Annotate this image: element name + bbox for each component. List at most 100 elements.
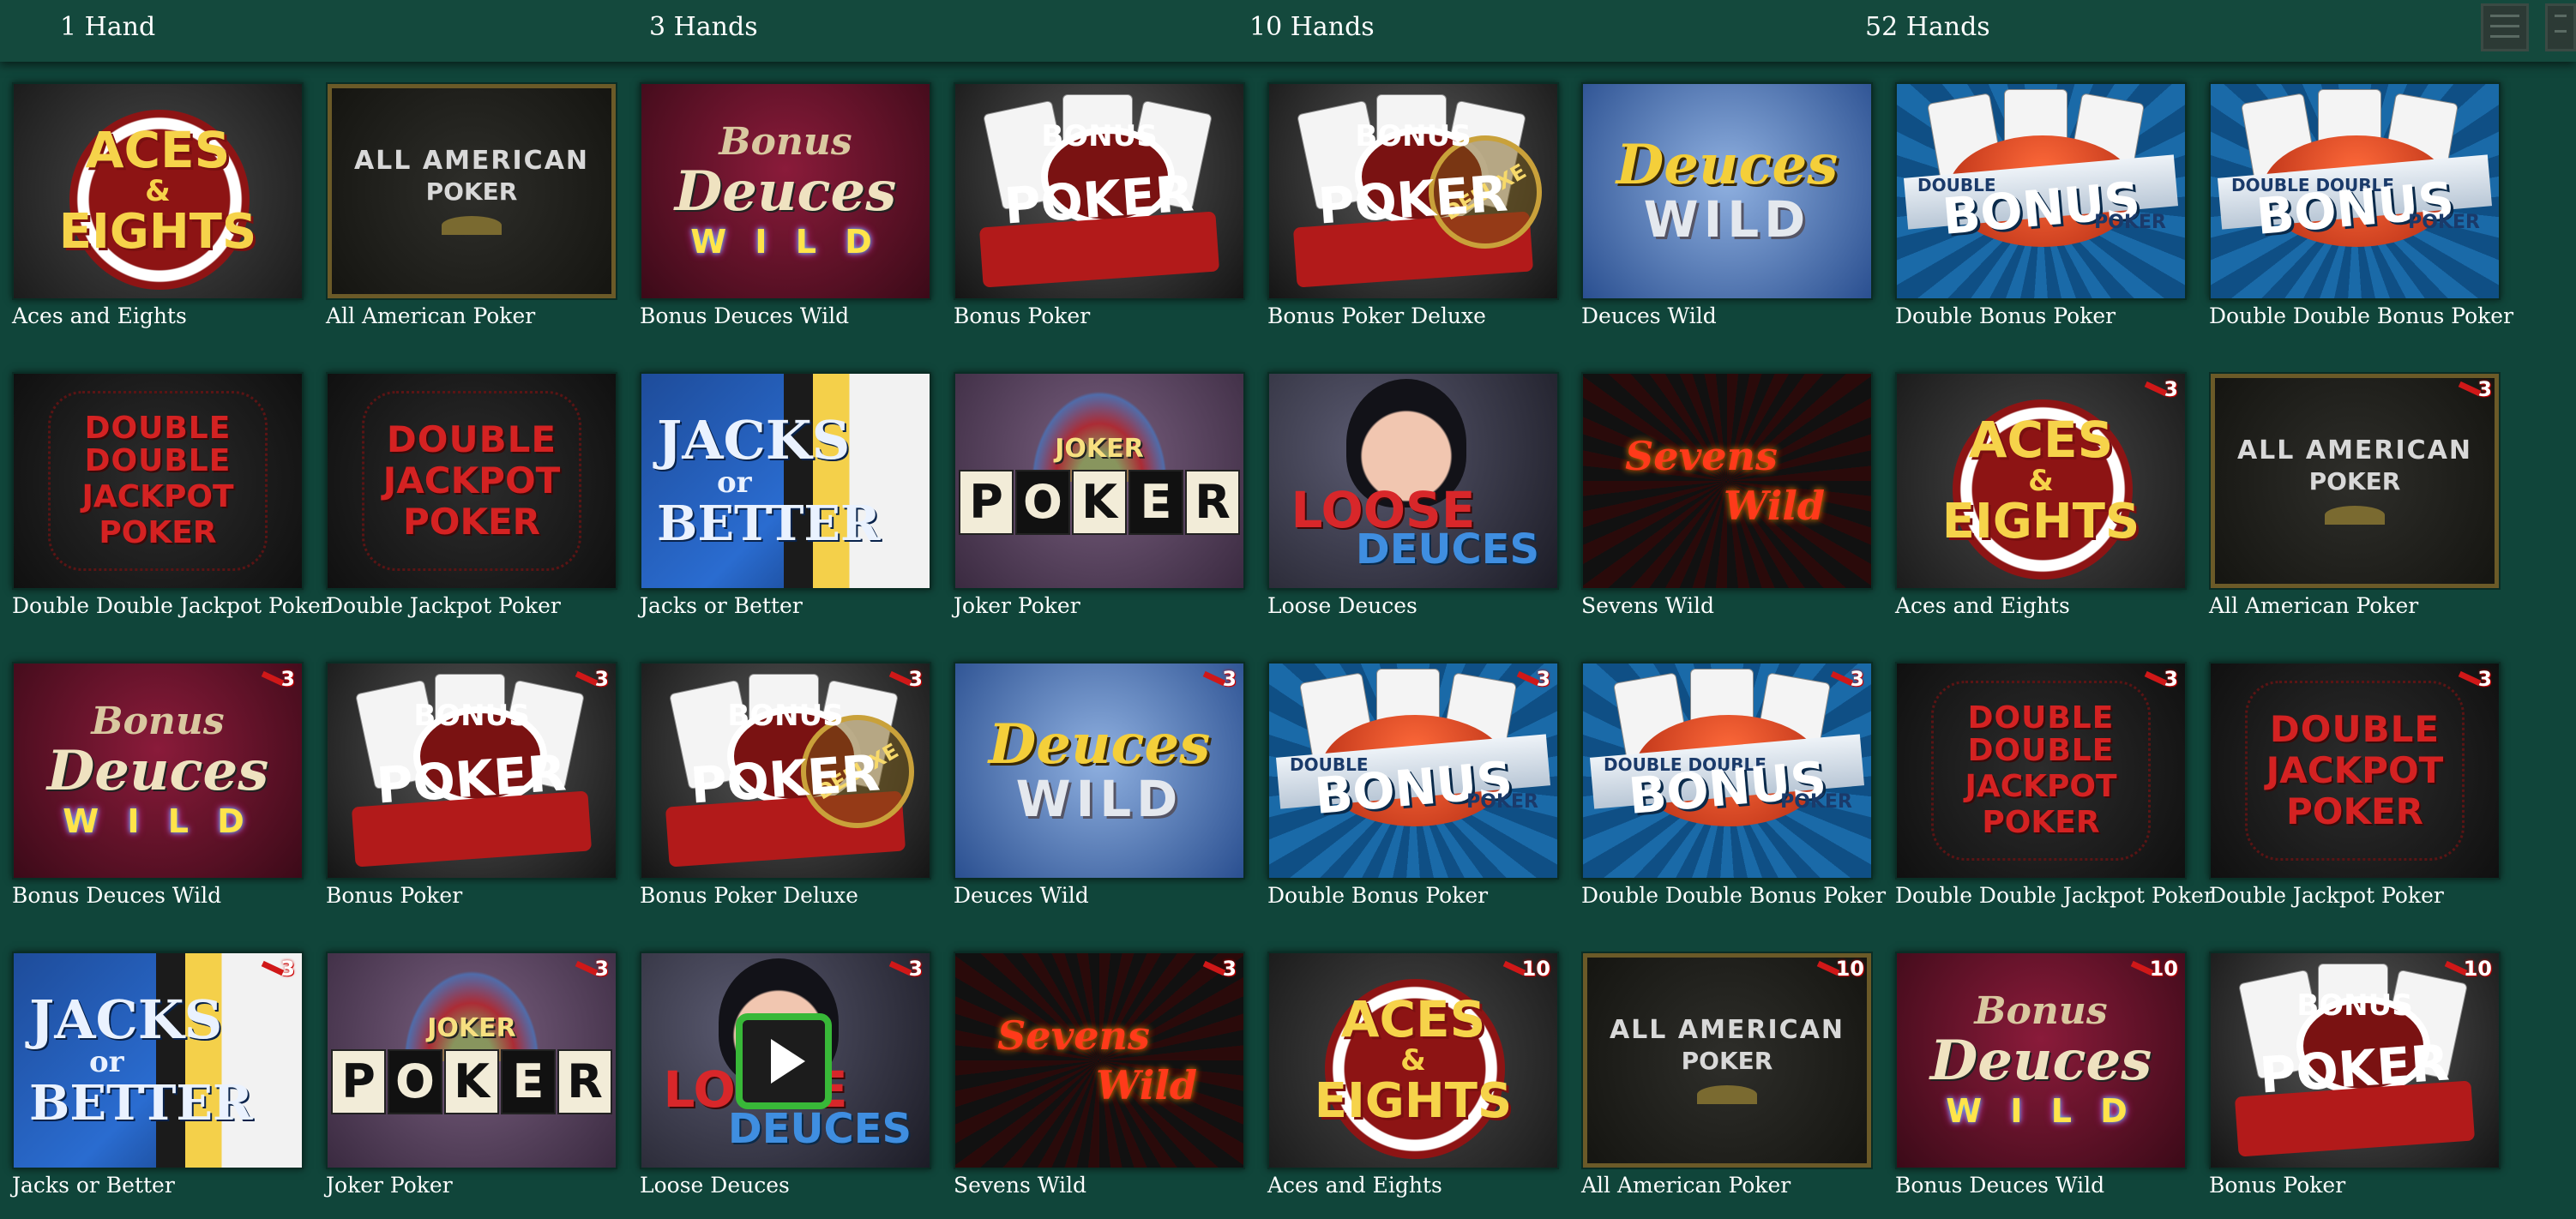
game-title[interactable]: Bonus Deuces Wild (640, 303, 931, 328)
game-thumbnail[interactable]: ACES & EIGHTS (12, 82, 304, 300)
game-tile[interactable]: Deuces WILD 3 Deuces Wild (954, 662, 1245, 908)
game-tile[interactable]: ALL AMERICAN POKER 3 All American Poker (2209, 372, 2501, 618)
game-title[interactable]: Sevens Wild (954, 1173, 1245, 1198)
game-title[interactable]: Deuces Wild (954, 883, 1245, 908)
game-thumbnail[interactable]: ALL AMERICAN POKER 3 (2209, 372, 2501, 590)
game-thumbnail[interactable]: DOUBLE BONUS POKER (1895, 82, 2187, 300)
game-tile[interactable]: DOUBLE DOUBLE JACKPOT POKER Double Double J… (12, 372, 331, 618)
game-title[interactable]: Double Double Jackpot Poker (1895, 883, 2214, 908)
game-tile[interactable]: DOUBLE BONUS POKER 3 Double Bonus Poker (1267, 662, 1559, 908)
game-title[interactable]: All American Poker (2209, 593, 2501, 618)
game-thumbnail[interactable]: DOUBLE JACKPOT POKER 3 (2209, 662, 2501, 880)
game-title[interactable]: All American Poker (1581, 1173, 1873, 1198)
game-thumbnail[interactable]: LOOSEDEUCES3 (640, 952, 931, 1169)
game-title[interactable]: Aces and Eights (12, 303, 304, 328)
game-title[interactable]: Double Bonus Poker (1267, 883, 1559, 908)
game-tile[interactable]: BONUS POKER Bonus Poker (954, 82, 1245, 328)
game-thumbnail[interactable]: ALL AMERICAN POKER 10 (1581, 952, 1873, 1169)
game-title[interactable]: Double Jackpot Poker (2209, 883, 2501, 908)
game-thumbnail[interactable]: JACKS or BETTER 3 (12, 952, 304, 1169)
tab-1-hand[interactable]: 1 Hand (60, 12, 155, 42)
game-title[interactable]: Jacks or Better (12, 1173, 304, 1198)
game-tile[interactable]: JOKER P O K E R Joker Poker (954, 372, 1245, 618)
game-title[interactable]: Double Double Bonus Poker (2209, 303, 2513, 328)
game-tile[interactable]: DOUBLE DOUBLE BONUS POKER 3 Double Double Bo… (1581, 662, 1886, 908)
game-thumbnail[interactable]: BONUS POKER (954, 82, 1245, 300)
game-thumbnail[interactable]: JOKER P O K E R 3 (326, 952, 617, 1169)
game-title[interactable]: Double Double Jackpot Poker (12, 593, 331, 618)
game-thumbnail[interactable]: Deuces WILD (1581, 82, 1873, 300)
game-tile[interactable]: Sevens Wild Sevens Wild (1581, 372, 1873, 618)
game-thumbnail[interactable]: Sevens Wild (1581, 372, 1873, 590)
game-title[interactable]: Double Jackpot Poker (326, 593, 617, 618)
game-tile[interactable]: ACES & EIGHTS 10 Aces and Eights (1267, 952, 1559, 1198)
game-thumbnail[interactable]: DOUBLE JACKPOT POKER (326, 372, 617, 590)
game-thumbnail[interactable]: BONUS POKER 3 (326, 662, 617, 880)
game-thumbnail[interactable]: Sevens Wild 3 (954, 952, 1245, 1169)
game-title[interactable]: Bonus Poker Deluxe (640, 883, 931, 908)
game-tile[interactable]: DOUBLE DOUBLE BONUS POKER Double Double Bon… (2209, 82, 2513, 328)
game-title[interactable]: Jacks or Better (640, 593, 931, 618)
game-tile[interactable]: JOKER P O K E R 3 Joker Poker (326, 952, 617, 1198)
game-title[interactable]: Bonus Poker (2209, 1173, 2501, 1198)
game-thumbnail[interactable]: JOKER P O K E R (954, 372, 1245, 590)
game-tile[interactable]: JACKS or BETTER Jacks or Better (640, 372, 931, 618)
game-title[interactable]: All American Poker (326, 303, 617, 328)
game-title[interactable]: Deuces Wild (1581, 303, 1873, 328)
game-tile[interactable]: DELUXE BONUS POKER 3 Bonus Poker Deluxe (640, 662, 931, 908)
game-tile[interactable]: ACES & EIGHTS 3 Aces and Eights (1895, 372, 2187, 618)
game-title[interactable]: Sevens Wild (1581, 593, 1873, 618)
game-thumbnail[interactable]: Deuces WILD 3 (954, 662, 1245, 880)
game-title[interactable]: Bonus Poker (954, 303, 1245, 328)
game-title[interactable]: Double Double Bonus Poker (1581, 883, 1886, 908)
game-tile[interactable]: LOOSE DEUCES Loose Deuces (1267, 372, 1559, 618)
list-view-icon[interactable] (2481, 3, 2529, 51)
game-thumbnail[interactable]: Bonus Deuces W I L D3 (12, 662, 304, 880)
game-title[interactable]: Bonus Deuces Wild (12, 883, 304, 908)
game-tile[interactable]: LOOSEDEUCES3 Loose Deuces (640, 952, 931, 1198)
game-tile[interactable]: ALL AMERICAN POKER 10 All American Poker (1581, 952, 1873, 1198)
game-tile[interactable]: JACKS or BETTER 3 Jacks or Better (12, 952, 304, 1198)
game-tile[interactable]: BONUS POKER 10 Bonus Poker (2209, 952, 2501, 1198)
game-thumbnail[interactable]: ACES & EIGHTS 3 (1895, 372, 2187, 590)
game-title[interactable]: Joker Poker (326, 1173, 617, 1198)
game-tile[interactable]: Deuces WILD Deuces Wild (1581, 82, 1873, 328)
game-thumbnail[interactable]: DELUXE BONUS POKER (1267, 82, 1559, 300)
game-title[interactable]: Loose Deuces (640, 1173, 931, 1198)
game-tile[interactable]: Bonus Deuces W I L D 3 Bonus Deuces Wild (12, 662, 304, 908)
game-thumbnail[interactable]: DOUBLE DOUBLE BONUS POKER 3 (1581, 662, 1873, 880)
game-tile[interactable]: Bonus Deuces W I L D Bonus Deuces Wild (640, 82, 931, 328)
game-thumbnail[interactable]: Bonus Deuces W I L D 10 (1895, 952, 2187, 1169)
play-button-icon[interactable] (736, 1013, 832, 1109)
game-thumbnail[interactable]: Bonus Deuces W I L D (640, 82, 931, 300)
game-thumbnail[interactable]: DOUBLE DOUBLE JACKPOT POKER (12, 372, 304, 590)
game-thumbnail[interactable]: BONUS POKER 10 (2209, 952, 2501, 1169)
game-thumbnail[interactable]: DOUBLE BONUS POKER 3 (1267, 662, 1559, 880)
game-tile[interactable]: ALL AMERICAN POKER All American Poker (326, 82, 617, 328)
game-tile[interactable]: DOUBLE DOUBLE JACKPOT POKER 3 Double Double … (1895, 662, 2214, 908)
game-thumbnail[interactable]: DOUBLE DOUBLE JACKPOT POKER 3 (1895, 662, 2187, 880)
game-title[interactable]: Aces and Eights (1267, 1173, 1559, 1198)
game-thumbnail[interactable]: LOOSE DEUCES (1267, 372, 1559, 590)
game-title[interactable]: Aces and Eights (1895, 593, 2187, 618)
game-thumbnail[interactable]: DELUXE BONUS POKER 3 (640, 662, 931, 880)
game-tile[interactable]: Sevens Wild 3 Sevens Wild (954, 952, 1245, 1198)
game-tile[interactable]: DOUBLE JACKPOT POKER Double Jackpot Poker (326, 372, 617, 618)
game-thumbnail[interactable]: ACES & EIGHTS 10 (1267, 952, 1559, 1169)
game-tile[interactable]: Bonus Deuces W I L D 10 Bonus Deuces Wild (1895, 952, 2187, 1198)
game-tile[interactable]: DOUBLE JACKPOT POKER 3 Double Jackpot Poker (2209, 662, 2501, 908)
game-title[interactable]: Bonus Poker (326, 883, 617, 908)
game-thumbnail[interactable]: DOUBLE DOUBLE BONUS POKER (2209, 82, 2501, 300)
tab-10-hands[interactable]: 10 Hands (1249, 12, 1375, 42)
grid-view-icon[interactable] (2545, 3, 2576, 51)
game-tile[interactable]: DELUXE BONUS POKER Bonus Poker Deluxe (1267, 82, 1559, 328)
game-thumbnail[interactable]: ALL AMERICAN POKER (326, 82, 617, 300)
game-title[interactable]: Loose Deuces (1267, 593, 1559, 618)
tab-3-hands[interactable]: 3 Hands (649, 12, 758, 42)
game-tile[interactable]: ACES & EIGHTS Aces and Eights (12, 82, 304, 328)
game-title[interactable]: Bonus Deuces Wild (1895, 1173, 2187, 1198)
game-tile[interactable]: BONUS POKER 3 Bonus Poker (326, 662, 617, 908)
game-tile[interactable]: DOUBLE BONUS POKER Double Bonus Poker (1895, 82, 2187, 328)
tab-52-hands[interactable]: 52 Hands (1865, 12, 1990, 42)
game-title[interactable]: Bonus Poker Deluxe (1267, 303, 1559, 328)
